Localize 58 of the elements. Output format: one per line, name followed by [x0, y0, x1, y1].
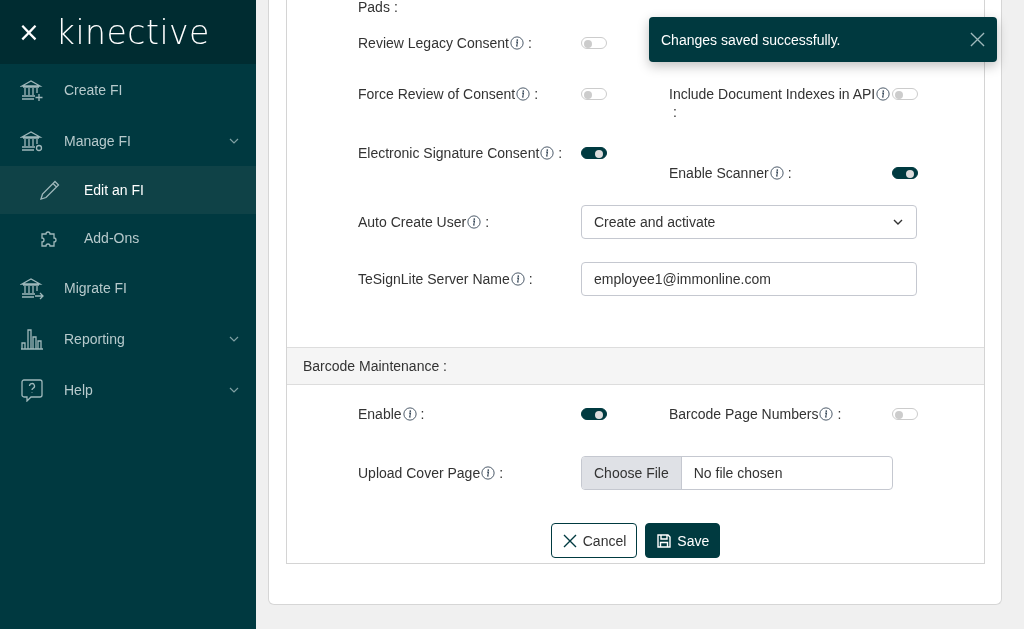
file-field[interactable]: Choose File No file chosen: [581, 456, 893, 490]
nav-item[interactable]: Create FI: [0, 64, 256, 115]
field-label: Barcode Page Numbers: [669, 406, 819, 422]
info-icon[interactable]: [516, 87, 531, 101]
bar-chart-icon: [20, 326, 44, 351]
separator: :: [393, 0, 398, 15]
info-icon[interactable]: [481, 466, 496, 480]
info-icon[interactable]: [819, 407, 834, 421]
field-label: Force Review of Consent: [358, 86, 516, 102]
info-icon[interactable]: [510, 272, 525, 286]
section-header: Barcode Maintenance :: [287, 347, 984, 385]
field-label: Upload Cover Page: [358, 465, 481, 481]
separator: :: [528, 271, 533, 287]
toast-message: Changes saved successfully.: [661, 31, 841, 48]
input-field[interactable]: employee1@immonline.com: [581, 262, 917, 296]
close-button[interactable]: ×: [18, 19, 40, 45]
nav-item[interactable]: Help: [0, 364, 256, 415]
separator: :: [420, 406, 425, 422]
file-name: No file chosen: [692, 465, 783, 481]
toggle-switch[interactable]: [581, 408, 607, 420]
separator: :: [499, 465, 504, 481]
cancel-button[interactable]: Cancel: [550, 523, 638, 558]
close-icon[interactable]: [970, 32, 985, 47]
info-icon[interactable]: [402, 407, 417, 421]
separator: :: [837, 406, 842, 422]
field-label: Enable: [358, 406, 402, 422]
dropdown[interactable]: Create and activate: [581, 205, 917, 239]
field-label: Pads: [358, 0, 390, 15]
separator: :: [534, 86, 539, 102]
field-label: Enable Scanner: [669, 165, 769, 181]
choose-file-button[interactable]: Choose File: [582, 457, 682, 489]
separator: :: [485, 214, 490, 230]
info-icon[interactable]: [876, 87, 891, 101]
nav-item[interactable]: Manage FI: [0, 115, 256, 166]
field-label: Electronic Signature Consent: [358, 145, 540, 161]
nav-subitem[interactable]: Edit an FI: [0, 166, 256, 214]
separator: :: [528, 35, 532, 51]
info-icon[interactable]: [769, 166, 784, 180]
field-label: Auto Create User: [358, 214, 467, 230]
close-icon: [561, 532, 578, 549]
field-label: Review Legacy Consent: [358, 35, 509, 51]
pencil-icon: [38, 178, 62, 202]
nav-subitem[interactable]: Add-Ons: [0, 214, 256, 262]
info-icon[interactable]: [467, 215, 482, 229]
info-icon[interactable]: [510, 36, 524, 50]
separator: :: [673, 104, 677, 120]
info-icon[interactable]: [540, 146, 555, 160]
toggle-switch[interactable]: [892, 167, 918, 179]
logo: kinective: [55, 12, 210, 52]
separator: :: [558, 145, 563, 161]
separator: :: [787, 165, 792, 181]
question-bubble-icon: [20, 377, 44, 402]
nav-item[interactable]: Migrate FI: [0, 262, 256, 313]
field-label: Include Document Indexes in API: [669, 86, 876, 102]
nav-item[interactable]: Reporting: [0, 313, 256, 364]
toggle-switch[interactable]: [581, 147, 607, 159]
save-button[interactable]: Save: [645, 523, 721, 558]
field-label: TeSignLite Server Name: [358, 271, 510, 287]
